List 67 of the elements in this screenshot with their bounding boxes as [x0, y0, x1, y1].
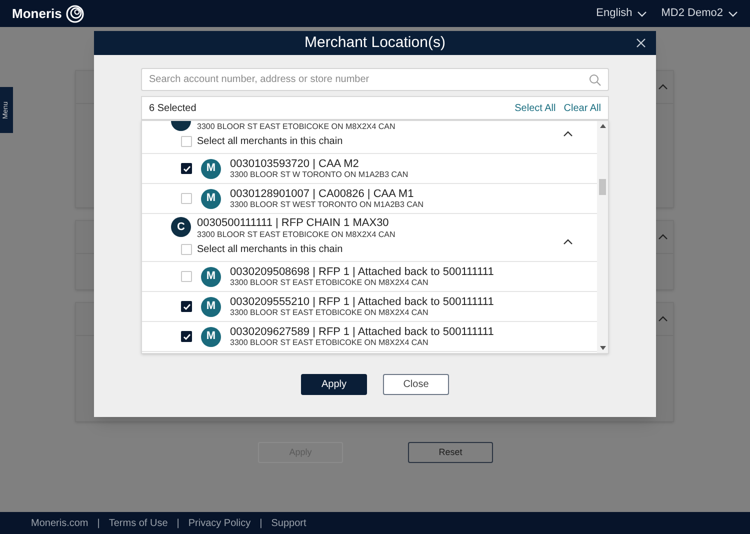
brand-name: Moneris — [12, 4, 62, 23]
close-button[interactable]: Close — [383, 374, 449, 395]
merchant-address: 3300 BLOOR ST WEST TORONTO ON M1A2B3 CAN — [230, 200, 424, 210]
separator: | — [176, 516, 180, 530]
avatar: M — [201, 326, 221, 346]
merchant-name: 0030103593720 | CAA M2 — [230, 158, 360, 170]
chain-address: 3300 BLOOR ST EAST ETOBICOKE ON M8X2X4 CAN — [197, 230, 396, 240]
scrollbar-thumb[interactable] — [599, 179, 606, 195]
merchant-name: 0030209555210 | RFP 1 | Attached back to 500111111 — [230, 296, 494, 308]
merchant-row[interactable]: M 0030209555210 | RFP 1 | Attached back to 500111111 3300 BLOOR ST EAST ETOBICOKE ON M8X2X4 CAN — [142, 292, 597, 322]
footer-link[interactable]: Privacy Policy — [188, 516, 251, 530]
page-button[interactable]: Reset — [408, 442, 493, 463]
chevron-icon — [728, 10, 738, 16]
avatar: M — [201, 296, 221, 316]
merchant-name: 0030209508698 | RFP 1 | Attached back to 500111111 — [230, 266, 494, 278]
chevron-icon[interactable] — [658, 84, 668, 90]
scrollbar[interactable] — [597, 121, 608, 353]
merchant-row[interactable]: M 0030128901007 | CA00826 | CAA M1 3300 BLOOR ST WEST TORONTO ON M1A2B3 CAN — [142, 184, 597, 214]
checkbox[interactable] — [181, 193, 192, 204]
merchant-address: 3300 BLOOR ST EAST ETOBICOKE ON M8X2X4 CAN — [230, 308, 430, 318]
collapse-icon[interactable] — [563, 130, 573, 136]
avatar: M — [201, 266, 221, 286]
merchant-row[interactable]: M 0030209627589 | RFP 1 | Attached back to 500111111 3300 BLOOR ST EAST ETOBICOKE ON M8X2X4 CAN — [142, 322, 597, 352]
avatar: M — [201, 158, 221, 178]
scroll-up-icon[interactable] — [600, 124, 606, 128]
user-menu[interactable]: MD2 Demo2 — [661, 5, 738, 22]
selected-count: 6 Selected — [149, 102, 196, 116]
chain-address: 3300 BLOOR ST EAST ETOBICOKE ON M8X2X4 CAN — [197, 122, 396, 132]
search-field[interactable]: Search account number, address or store number — [141, 68, 609, 91]
checkbox[interactable] — [181, 271, 192, 282]
merchant-row[interactable]: M 0030103593720 | CAA M2 3300 BLOOR ST W TORONTO ON M1A2B3 CAN — [142, 154, 597, 184]
avatar — [171, 121, 191, 131]
select-all-link[interactable]: Select All — [514, 100, 556, 116]
footer-link[interactable]: Moneris.com — [31, 516, 88, 530]
separator: | — [97, 516, 100, 530]
checkbox[interactable] — [181, 163, 192, 174]
merchant-address: 3300 BLOOR ST EAST ETOBICOKE ON M8X2X4 CAN — [230, 278, 430, 288]
select-chain-label: Select all merchants in this chain — [197, 243, 343, 257]
scroll-down-icon[interactable] — [600, 346, 606, 350]
merchant-address: 3300 BLOOR ST W TORONTO ON M1A2B3 CAN — [230, 170, 408, 180]
chain-name: 0030500111111 | RFP CHAIN 1 MAX30 — [197, 217, 390, 229]
checkbox[interactable] — [181, 244, 192, 255]
checkbox[interactable] — [181, 136, 192, 147]
checkbox[interactable] — [181, 301, 192, 312]
close-icon[interactable] — [636, 38, 646, 48]
chevron-icon[interactable] — [658, 234, 668, 240]
apply-button[interactable]: Apply — [301, 374, 367, 395]
checkbox[interactable] — [181, 331, 192, 342]
merchant-name: 0030209627589 | RFP 1 | Attached back to 500111111 — [230, 326, 494, 338]
search-input[interactable]: Search account number, address or store number — [149, 72, 589, 87]
chevron-icon — [637, 10, 648, 16]
search-icon — [589, 74, 601, 86]
avatar: C — [171, 217, 191, 237]
select-chain-label: Select all merchants in this chain — [197, 135, 343, 149]
collapse-icon[interactable] — [563, 238, 573, 244]
separator: | — [260, 516, 262, 530]
merchant-row[interactable]: M 0030209508698 | RFP 1 | Attached back to 500111111 3300 BLOOR ST EAST ETOBICOKE ON M8X2X4 CAN — [142, 262, 597, 292]
footer-link[interactable]: Terms of Use — [108, 516, 168, 530]
footer-link[interactable]: Support — [271, 516, 306, 530]
merchant-name: 0030128901007 | CA00826 | CAA M1 — [230, 188, 415, 200]
chevron-icon[interactable] — [658, 316, 668, 322]
avatar: M — [201, 188, 221, 208]
clear-all-link[interactable]: Clear All — [564, 100, 601, 116]
language-menu[interactable]: English — [596, 5, 648, 22]
dialog-title: Merchant Location(s) — [304, 32, 446, 53]
swirl-logo-icon — [64, 4, 86, 24]
merchant-address: 3300 BLOOR ST EAST ETOBICOKE ON M8X2X4 CAN — [230, 338, 430, 348]
